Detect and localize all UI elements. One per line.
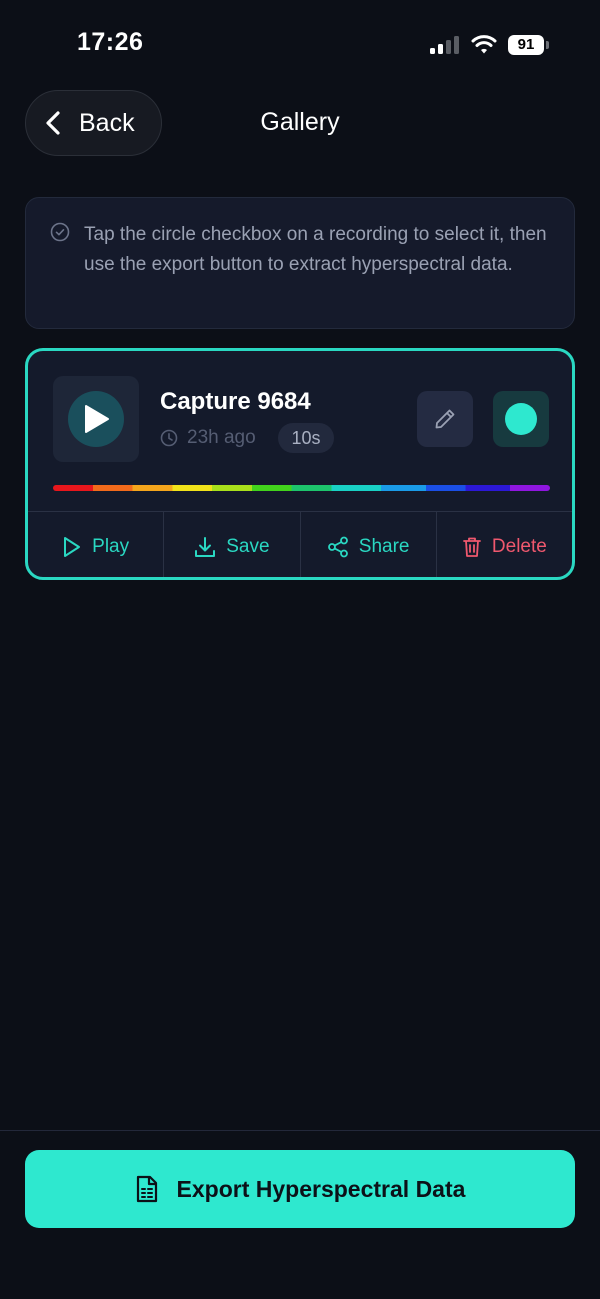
download-icon	[195, 536, 216, 557]
share-label: Share	[358, 535, 410, 557]
clock-icon	[160, 429, 178, 447]
export-button[interactable]: Export Hyperspectral Data	[25, 1150, 575, 1228]
capture-thumbnail[interactable]	[53, 376, 139, 462]
delete-label: Delete	[491, 535, 547, 557]
hint-text: Tap the circle checkbox on a recording t…	[84, 224, 547, 275]
export-label: Export Hyperspectral Data	[176, 1175, 466, 1202]
select-checkbox[interactable]	[493, 391, 549, 447]
duration-badge: 10s	[278, 423, 334, 453]
bottom-divider	[0, 1130, 600, 1131]
spectrum-bar	[53, 485, 550, 491]
battery-cap	[546, 41, 549, 49]
wifi-icon	[471, 35, 497, 54]
check-circle-icon	[50, 222, 70, 242]
delete-button[interactable]: Delete	[435, 512, 572, 577]
trash-icon	[463, 537, 481, 557]
capture-card[interactable]: Capture 9684 23h ago 10s Play Save Share…	[25, 348, 575, 580]
file-spreadsheet-icon	[136, 1175, 157, 1203]
page-title: Gallery	[260, 108, 340, 136]
play-icon	[85, 405, 109, 433]
cellular-signal-icon	[430, 36, 459, 54]
status-bar: 17:26 91	[0, 0, 600, 90]
play-outline-icon	[64, 536, 81, 557]
pencil-icon	[435, 409, 455, 429]
save-button[interactable]: Save	[163, 512, 299, 577]
status-time: 17:26	[77, 28, 144, 56]
share-button[interactable]: Share	[299, 512, 436, 577]
play-label: Play	[92, 535, 130, 557]
battery-level: 91	[517, 36, 535, 53]
capture-title: Capture 9684	[160, 388, 311, 415]
edit-button[interactable]	[417, 391, 473, 447]
hint-card: Tap the circle checkbox on a recording t…	[25, 197, 575, 329]
capture-actions: Play Save Share Delete	[28, 511, 572, 577]
capture-time: 23h ago	[187, 427, 256, 448]
selected-indicator	[505, 403, 537, 435]
save-label: Save	[226, 535, 270, 557]
share-icon	[327, 536, 348, 557]
play-button[interactable]: Play	[28, 512, 163, 577]
battery-icon: 91	[508, 35, 544, 55]
